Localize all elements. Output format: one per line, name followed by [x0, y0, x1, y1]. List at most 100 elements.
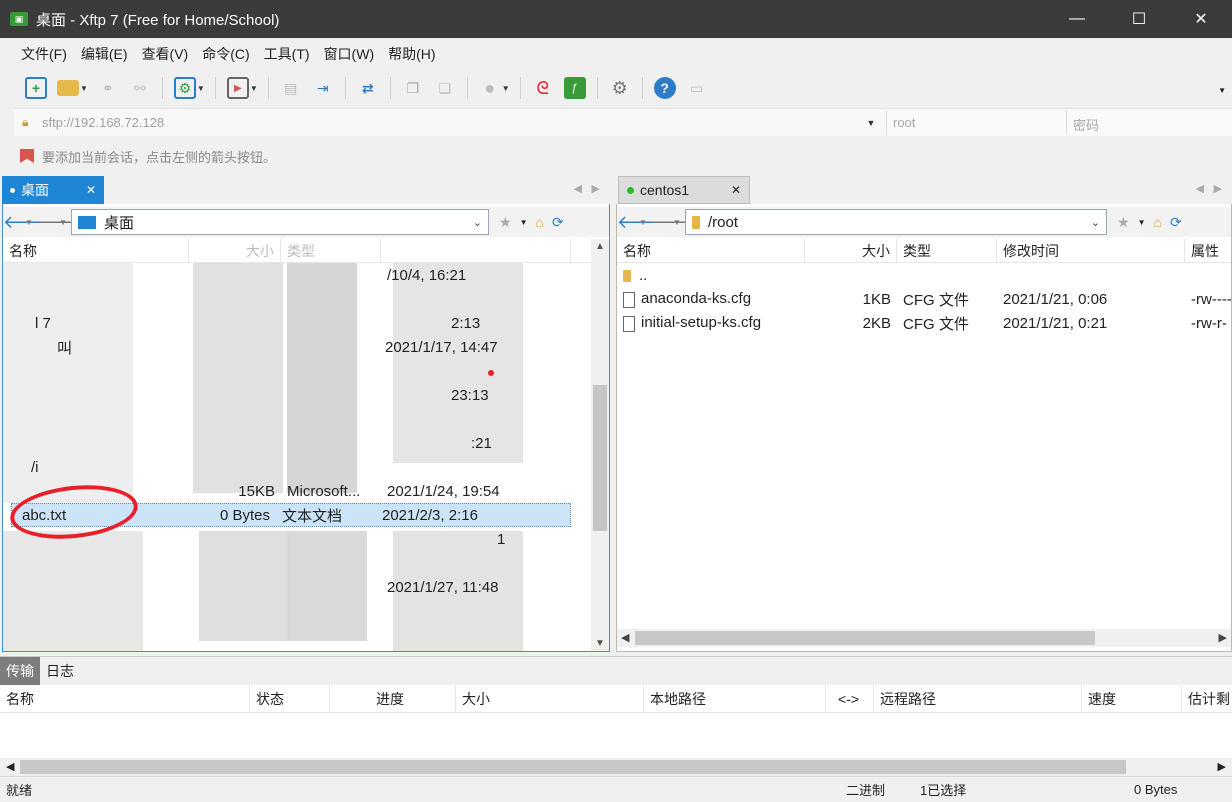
list-item[interactable]: l 7 2:13 — [3, 311, 609, 335]
new-session-icon[interactable]: + — [25, 77, 47, 99]
list-item[interactable] — [3, 359, 609, 383]
download-icon[interactable]: ⇥ — [312, 77, 334, 99]
scroll-right-icon[interactable]: ▶ — [1219, 631, 1227, 644]
scroll-right-icon[interactable]: ▶ — [1218, 760, 1226, 773]
open-dropdown-icon[interactable]: ▼ — [80, 84, 88, 93]
col-modified[interactable] — [381, 239, 571, 262]
refresh-icon[interactable]: ⟳ — [552, 214, 564, 231]
list-item[interactable] — [3, 407, 609, 431]
settings-dropdown-icon[interactable]: ▼ — [197, 84, 205, 93]
scroll-thumb[interactable] — [593, 385, 607, 531]
local-path-input[interactable]: 桌面 ⌄ — [71, 209, 489, 235]
stop-dropdown-icon[interactable]: ▼ — [502, 84, 510, 93]
menu-view[interactable]: 查看(V) — [135, 44, 196, 64]
menu-edit[interactable]: 编辑(E) — [74, 44, 135, 64]
back-dropdown-icon[interactable]: ▼ — [25, 218, 37, 227]
col-name[interactable]: 名称 — [0, 685, 250, 712]
host-input[interactable]: sftp://192.168.72.128 — [36, 115, 856, 130]
tab-log[interactable]: 日志 — [40, 657, 80, 685]
scroll-down-icon[interactable]: ▼ — [591, 638, 609, 649]
sync-icon[interactable]: ⇄ — [357, 77, 379, 99]
path-dropdown-icon[interactable]: ⌄ — [473, 216, 482, 229]
remote-horizontal-scrollbar[interactable]: ◀ ▶ — [617, 629, 1231, 647]
col-remote-path[interactable]: 远程路径 — [874, 685, 1082, 712]
close-tab-icon[interactable]: ✕ — [731, 183, 741, 197]
forward-arrow-icon[interactable]: 🡒 — [37, 212, 85, 233]
col-eta[interactable]: 估计剩 — [1182, 685, 1232, 712]
list-item[interactable]: 叫 2021/1/17, 14:47 — [3, 335, 609, 359]
forward-dropdown-icon[interactable]: ▼ — [59, 218, 71, 227]
col-size[interactable]: 大小 — [805, 239, 897, 262]
col-direction[interactable]: <-> — [826, 685, 874, 712]
col-attributes[interactable]: 属性 — [1185, 239, 1231, 262]
copy-icon[interactable]: ❐ — [402, 77, 424, 99]
col-progress[interactable]: 进度 — [330, 685, 456, 712]
tab-next-icon[interactable]: ▶ — [592, 182, 600, 195]
close-button[interactable]: ✕ — [1170, 0, 1232, 38]
help-icon[interactable]: ? — [653, 77, 676, 99]
list-item[interactable]: initial-setup-ks.cfg 2KB CFG 文件 2021/1/2… — [617, 311, 1231, 335]
chat-icon[interactable]: ▭ — [686, 77, 708, 99]
terminal-icon[interactable]: ▶ — [226, 77, 249, 99]
favorite-star-icon[interactable]: ★ — [499, 214, 512, 231]
upload-icon[interactable]: ▤ — [280, 77, 302, 99]
col-type[interactable]: 类型 — [897, 239, 997, 262]
gear-icon[interactable]: ⚙ — [609, 77, 631, 99]
col-size[interactable]: 大小 — [456, 685, 644, 712]
tab-prev-icon[interactable]: ◀ — [574, 182, 582, 195]
paste-icon[interactable]: ❏ — [434, 77, 456, 99]
local-vertical-scrollbar[interactable]: ▲ ▼ — [591, 239, 609, 651]
menu-tools[interactable]: 工具(T) — [257, 44, 317, 64]
favorite-star-icon[interactable]: ★ — [1117, 214, 1130, 231]
link-icon[interactable]: ⚭ — [97, 77, 119, 99]
forward-arrow-icon[interactable]: 🡒 — [651, 212, 699, 233]
maximize-button[interactable]: ☐ — [1108, 0, 1170, 38]
close-tab-icon[interactable]: ✕ — [86, 183, 96, 197]
col-name[interactable]: 名称 — [3, 239, 189, 262]
scroll-up-icon[interactable]: ▲ — [591, 241, 609, 252]
tab-local-desktop[interactable]: 桌面 ✕ — [2, 176, 104, 204]
home-folder-icon[interactable]: ⌂ — [535, 214, 543, 230]
open-folder-icon[interactable] — [57, 80, 79, 96]
menu-command[interactable]: 命令(C) — [195, 44, 256, 64]
list-item[interactable]: /i — [3, 455, 609, 479]
tab-remote-centos1[interactable]: centos1 ✕ — [618, 176, 750, 204]
host-dropdown-icon[interactable]: ▼ — [856, 118, 886, 128]
list-item[interactable]: 23:13 — [3, 383, 609, 407]
list-item[interactable]: anaconda-ks.cfg 1KB CFG 文件 2021/1/21, 0:… — [617, 287, 1231, 311]
stop-icon[interactable]: ● — [479, 77, 501, 99]
col-modified[interactable]: 修改时间 — [997, 239, 1185, 262]
tab-next-icon[interactable]: ▶ — [1214, 182, 1222, 195]
menu-window[interactable]: 窗口(W) — [317, 44, 382, 64]
forward-dropdown-icon[interactable]: ▼ — [673, 218, 685, 227]
col-speed[interactable]: 速度 — [1082, 685, 1182, 712]
minimize-button[interactable]: — — [1046, 0, 1108, 38]
favorite-dropdown-icon[interactable]: ▼ — [520, 218, 528, 227]
xshell-icon[interactable]: ᘓ — [532, 77, 554, 99]
scroll-thumb[interactable] — [20, 760, 1126, 774]
back-arrow-icon[interactable]: 🡐 — [617, 212, 665, 233]
tab-prev-icon[interactable]: ◀ — [1196, 182, 1204, 195]
col-local-path[interactable]: 本地路径 — [644, 685, 826, 712]
col-name[interactable]: 名称 — [617, 239, 805, 262]
toolbar-overflow-icon[interactable]: ▼ — [1218, 86, 1226, 95]
xftp-icon[interactable]: ƒ — [563, 77, 586, 99]
list-item[interactable] — [3, 287, 609, 311]
col-size[interactable]: 大小 — [189, 239, 281, 262]
remote-path-input[interactable]: /root ⌄ — [685, 209, 1107, 235]
terminal-dropdown-icon[interactable]: ▼ — [250, 84, 258, 93]
scroll-left-icon[interactable]: ◀ — [6, 760, 14, 773]
list-item[interactable]: 2021/1/27, 11:48 — [3, 575, 609, 599]
favorite-dropdown-icon[interactable]: ▼ — [1138, 218, 1146, 227]
scroll-thumb[interactable] — [635, 631, 1095, 645]
transfer-horizontal-scrollbar[interactable]: ◀ ▶ — [0, 758, 1232, 776]
list-item[interactable]: /10/4, 16:21 — [3, 263, 609, 287]
scroll-left-icon[interactable]: ◀ — [621, 631, 629, 644]
list-item-parent[interactable]: .. — [617, 263, 1231, 287]
menu-help[interactable]: 帮助(H) — [381, 44, 442, 64]
list-item[interactable]: :21 — [3, 431, 609, 455]
bookmark-icon[interactable] — [20, 149, 34, 163]
session-settings-icon[interactable]: ⚙ — [173, 77, 196, 99]
home-folder-icon[interactable]: ⌂ — [1153, 214, 1161, 230]
password-input[interactable]: 密码 — [1066, 110, 1232, 135]
